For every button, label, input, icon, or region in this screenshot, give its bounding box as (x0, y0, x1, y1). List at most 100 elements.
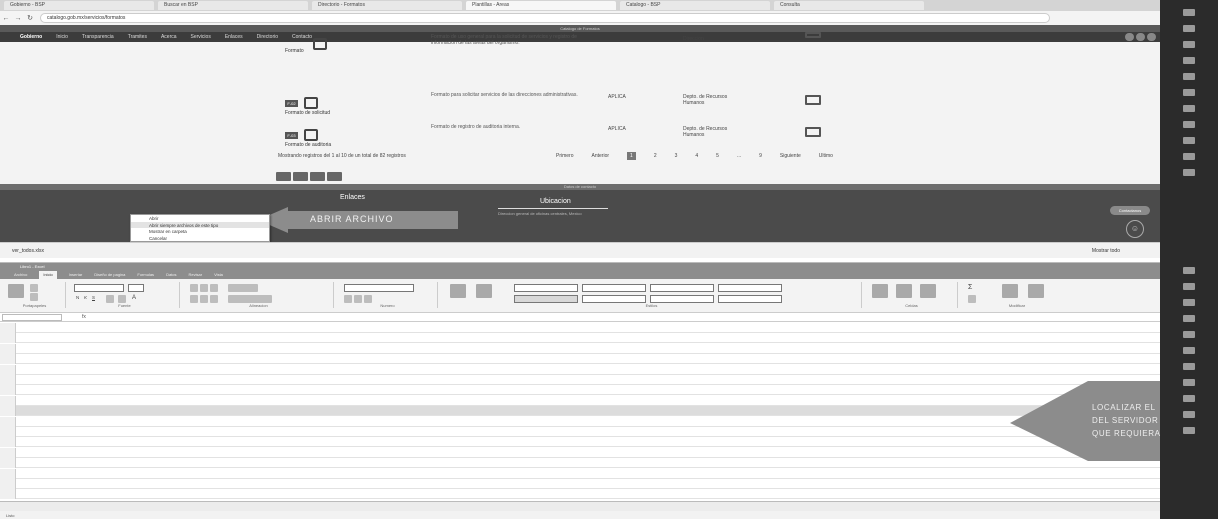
align-top-icon[interactable] (190, 284, 198, 292)
site-nav-link[interactable]: Tramites (128, 34, 147, 40)
font-name-select[interactable] (74, 284, 124, 292)
table-row[interactable] (0, 354, 1160, 365)
row-header[interactable] (0, 364, 16, 375)
accessibility-icon[interactable]: ☺ (1126, 220, 1144, 238)
taskbar-app-icon[interactable] (1183, 363, 1195, 370)
pager-page-5[interactable]: 5 (716, 153, 719, 159)
format-cells-icon[interactable] (920, 284, 936, 298)
merge-center-button[interactable] (228, 295, 272, 303)
taskbar-app-icon[interactable] (1183, 41, 1195, 48)
back-icon[interactable]: ← (0, 15, 12, 22)
forward-icon[interactable]: → (12, 15, 24, 22)
row-header[interactable] (0, 468, 16, 479)
delete-cells-icon[interactable] (896, 284, 912, 298)
taskbar-app-icon[interactable] (1183, 25, 1195, 32)
row-header[interactable] (0, 416, 16, 427)
ribbon-tab[interactable]: Vista (214, 271, 223, 279)
site-nav-link[interactable]: Transparencia (82, 34, 114, 40)
conditional-format-icon[interactable] (450, 284, 466, 298)
table-row[interactable] (0, 343, 1160, 354)
contact-button[interactable]: Contactanos (1110, 206, 1150, 215)
cell-grid[interactable] (0, 323, 1160, 501)
reload-icon[interactable]: ↻ (24, 14, 36, 22)
pager-last[interactable]: Ultimo (819, 153, 833, 159)
taskbar-app-icon[interactable] (1183, 411, 1195, 418)
browser-tab[interactable]: Plantillas - Areas (466, 1, 616, 10)
fill-color-icon[interactable] (118, 295, 126, 303)
pager-first[interactable]: Primero (556, 153, 574, 159)
taskbar-app-icon[interactable] (1183, 347, 1195, 354)
row-header[interactable] (0, 406, 16, 417)
percent-icon[interactable] (354, 295, 362, 303)
row-header[interactable] (0, 354, 16, 365)
facebook-icon[interactable] (1125, 33, 1134, 41)
row-header[interactable] (0, 385, 16, 396)
menu-item-cancel[interactable]: Cancelar (131, 235, 269, 242)
table-row[interactable] (0, 479, 1160, 489)
cell-style-check[interactable] (582, 295, 646, 303)
font-color-icon[interactable]: A (132, 295, 136, 301)
address-bar[interactable]: catalogo.gob.mx/servicios/formatos (40, 13, 1050, 23)
taskbar-app-icon[interactable] (1183, 331, 1195, 338)
name-box[interactable] (2, 313, 62, 321)
taskbar-app-icon[interactable] (1183, 315, 1195, 322)
taskbar-app-icon[interactable] (1183, 299, 1195, 306)
table-row[interactable] (0, 458, 1160, 469)
table-row[interactable] (0, 323, 1160, 333)
taskbar-app-icon[interactable] (1183, 283, 1195, 290)
site-nav-link[interactable]: Servicios (191, 34, 211, 40)
table-row[interactable] (0, 489, 1160, 500)
taskbar-app-icon[interactable] (1183, 89, 1195, 96)
row-header[interactable] (0, 437, 16, 448)
site-nav-link[interactable]: Directorio (257, 34, 278, 40)
pager-page-3[interactable]: 3 (675, 153, 678, 159)
taskbar-app-icon[interactable] (1183, 9, 1195, 16)
pager-page-2[interactable]: 2 (654, 153, 657, 159)
pager-next[interactable]: Siguiente (780, 153, 801, 159)
facebook-icon[interactable] (276, 172, 291, 181)
ribbon-tab[interactable]: Revisar (189, 271, 203, 279)
pager-prev[interactable]: Anterior (592, 153, 610, 159)
download-icon[interactable] (805, 95, 821, 105)
cell-style-calc[interactable] (514, 295, 578, 303)
site-brand[interactable]: Gobierno (20, 34, 42, 40)
pager-page-1[interactable]: 1 (627, 152, 636, 160)
align-bottom-icon[interactable] (210, 284, 218, 292)
ribbon-tab[interactable]: Diseño de pagina (94, 271, 125, 279)
taskbar-app-icon[interactable] (1183, 57, 1195, 64)
site-nav-link[interactable]: Enlaces (225, 34, 243, 40)
comma-icon[interactable] (364, 295, 372, 303)
copy-icon[interactable] (30, 293, 38, 301)
cell-style-good[interactable] (650, 284, 714, 292)
table-row[interactable] (0, 333, 1160, 344)
browser-tab[interactable]: Buscar en BSP (158, 1, 308, 10)
site-nav-link[interactable]: Acerca (161, 34, 177, 40)
align-middle-icon[interactable] (200, 284, 208, 292)
taskbar-app-icon[interactable] (1183, 267, 1195, 274)
twitter-icon[interactable] (293, 172, 308, 181)
autosum-icon[interactable]: Σ (968, 284, 972, 291)
ribbon-tab[interactable]: Datos (166, 271, 176, 279)
file-icon[interactable] (313, 38, 327, 50)
table-row[interactable] (0, 437, 1160, 448)
youtube-icon[interactable] (310, 172, 325, 181)
pager-page-9[interactable]: 9 (759, 153, 762, 159)
table-row[interactable] (0, 385, 1160, 396)
file-icon[interactable] (304, 97, 318, 109)
ribbon-tab[interactable]: Archivo (14, 271, 27, 279)
ribbon-tab[interactable]: Insertar (69, 271, 83, 279)
currency-icon[interactable] (344, 295, 352, 303)
fill-icon[interactable] (968, 295, 976, 303)
align-left-icon[interactable] (190, 295, 198, 303)
table-row[interactable] (0, 447, 1160, 458)
site-nav-link[interactable]: Inicio (56, 34, 68, 40)
cell-style-bad[interactable] (582, 284, 646, 292)
row-header[interactable] (0, 427, 16, 437)
browser-tab[interactable]: Directorio - Formatos (312, 1, 462, 10)
function-icon[interactable]: fx (82, 314, 86, 320)
font-size-select[interactable] (128, 284, 144, 292)
browser-tab[interactable]: Catalogo - BSP (620, 1, 770, 10)
align-right-icon[interactable] (210, 295, 218, 303)
taskbar-app-icon[interactable] (1183, 153, 1195, 160)
file-icon[interactable] (304, 129, 318, 141)
